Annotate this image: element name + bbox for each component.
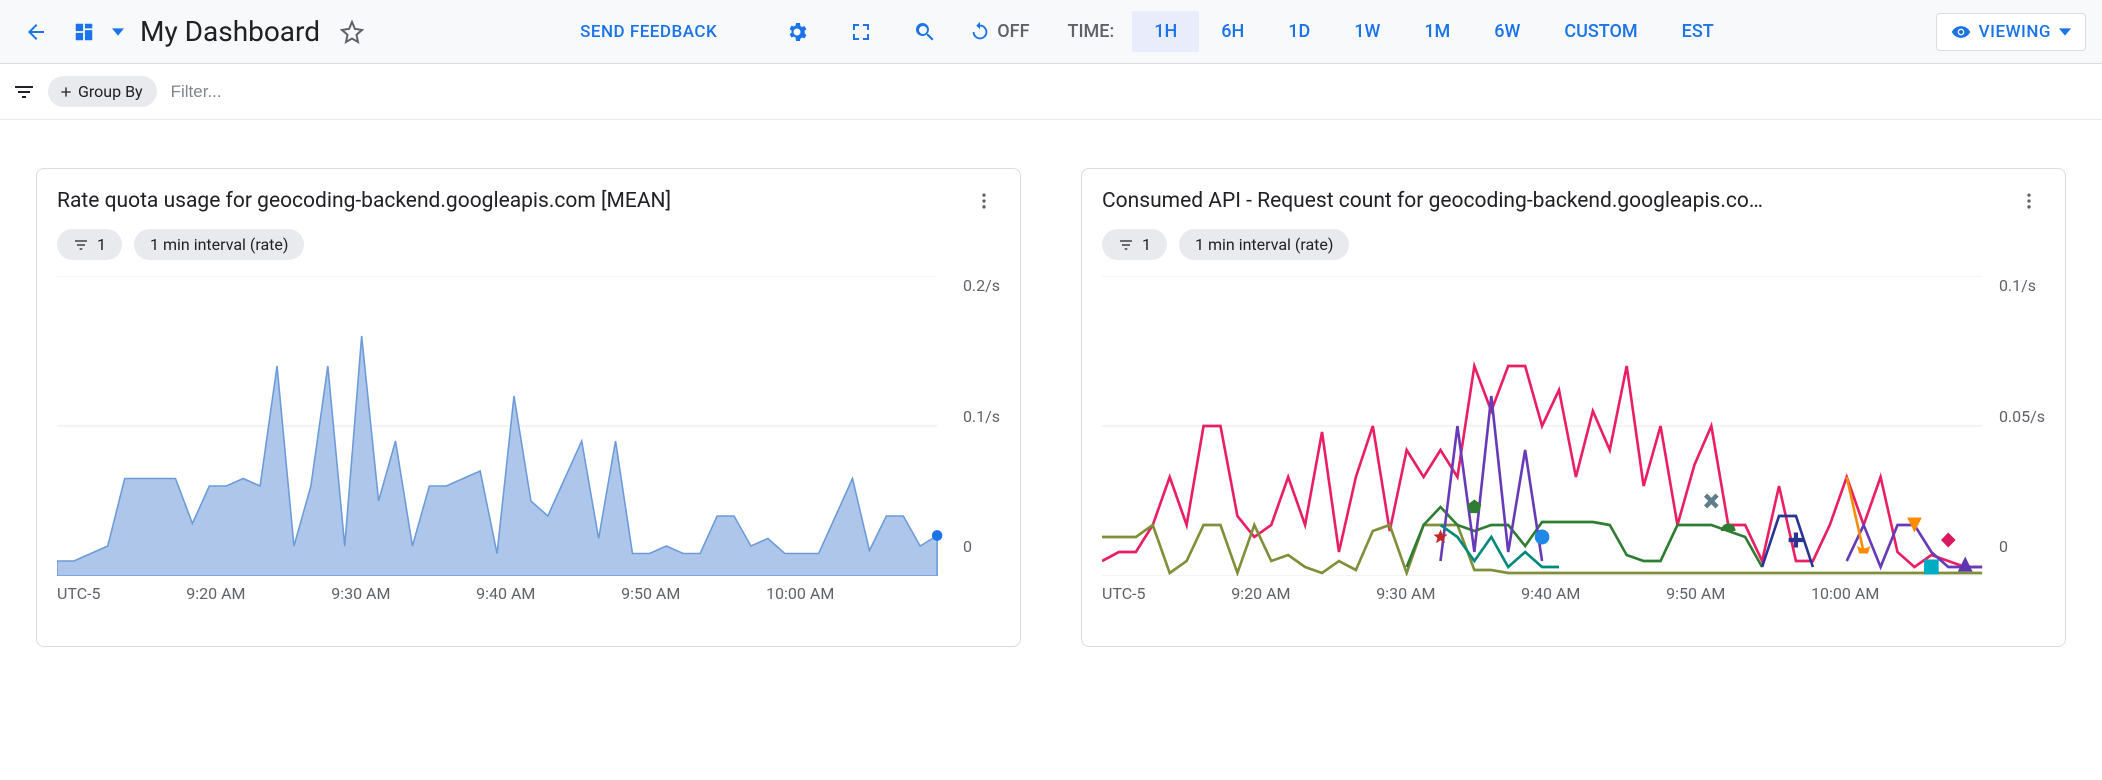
x-tick: 9:50 AM — [1666, 584, 1725, 603]
time-range-est[interactable]: EST — [1660, 11, 1736, 52]
chart-area: 0.1/s 0.05/s 0 UTC-5 9:20 AM 9:30 AM 9:40 AM 9… — [1102, 276, 2045, 626]
x-tick: 9:40 AM — [1521, 584, 1580, 603]
viewing-mode-button[interactable]: VIEWING — [1936, 13, 2086, 51]
page-title: My Dashboard — [140, 15, 320, 48]
y-tick: 0 — [1999, 537, 2045, 556]
viewing-label: VIEWING — [1979, 22, 2051, 42]
time-range-1m[interactable]: 1M — [1402, 11, 1472, 52]
interval-chip[interactable]: 1 min interval (rate) — [134, 229, 304, 260]
fullscreen-icon[interactable] — [841, 12, 881, 52]
back-arrow-icon[interactable] — [16, 12, 56, 52]
timezone-label: UTC-5 — [57, 584, 101, 603]
time-range-1w[interactable]: 1W — [1332, 11, 1402, 52]
dashboard-layout-icon[interactable] — [64, 12, 104, 52]
plus-icon — [58, 84, 74, 100]
filter-icon — [1118, 237, 1134, 253]
y-tick: 0.2/s — [963, 276, 1000, 295]
auto-refresh-state: OFF — [997, 21, 1029, 42]
chart-svg — [1102, 276, 2045, 576]
group-by-button[interactable]: Group By — [48, 76, 157, 107]
filter-count: 1 — [97, 235, 106, 254]
y-tick: 0 — [963, 537, 1000, 556]
filter-list-icon[interactable] — [12, 80, 36, 104]
x-tick: 10:00 AM — [1811, 584, 1879, 603]
filter-bar: Group By — [0, 64, 2102, 120]
chevron-down-icon — [2059, 26, 2071, 38]
time-range-6w[interactable]: 6W — [1472, 11, 1542, 52]
chart-title: Rate quota usage for geocoding-backend.g… — [57, 189, 671, 213]
chart-card: Rate quota usage for geocoding-backend.g… — [36, 168, 1021, 647]
interval-label: 1 min interval (rate) — [150, 235, 288, 254]
interval-label: 1 min interval (rate) — [1195, 235, 1333, 254]
send-feedback-button[interactable]: SEND FEEDBACK — [568, 14, 729, 50]
filter-icon — [73, 237, 89, 253]
x-tick: 9:40 AM — [476, 584, 535, 603]
star-icon[interactable] — [332, 12, 372, 52]
y-tick: 0.1/s — [963, 407, 1000, 426]
x-tick: 9:30 AM — [1376, 584, 1435, 603]
time-range-custom[interactable]: CUSTOM — [1542, 11, 1659, 52]
chart-menu-icon[interactable] — [2013, 191, 2045, 211]
group-by-label: Group By — [78, 82, 143, 101]
chart-title: Consumed API - Request count for geocodi… — [1102, 189, 1763, 213]
filter-input[interactable] — [169, 81, 569, 103]
auto-refresh-toggle[interactable]: OFF — [969, 12, 1029, 52]
chart-card: Consumed API - Request count for geocodi… — [1081, 168, 2066, 647]
gear-icon[interactable] — [777, 12, 817, 52]
time-range-6h[interactable]: 6H — [1199, 11, 1266, 52]
x-tick: 10:00 AM — [766, 584, 834, 603]
x-tick: 9:30 AM — [331, 584, 390, 603]
timezone-label: UTC-5 — [1102, 584, 1146, 603]
time-range-1h[interactable]: 1H — [1132, 11, 1199, 52]
chart-menu-icon[interactable] — [968, 191, 1000, 211]
x-tick: 9:50 AM — [621, 584, 680, 603]
charts-row: Rate quota usage for geocoding-backend.g… — [0, 120, 2102, 695]
eye-icon — [1951, 22, 1971, 42]
filter-count-chip[interactable]: 1 — [57, 229, 122, 260]
interval-chip[interactable]: 1 min interval (rate) — [1179, 229, 1349, 260]
x-tick: 9:20 AM — [1231, 584, 1290, 603]
time-label: TIME: — [1067, 21, 1114, 42]
dropdown-caret-icon[interactable] — [112, 26, 124, 38]
top-toolbar: My Dashboard SEND FEEDBACK OFF TIME: 1H6… — [0, 0, 2102, 64]
chart-svg — [57, 276, 1000, 576]
time-range-1d[interactable]: 1D — [1266, 11, 1332, 52]
y-tick: 0.05/s — [1999, 407, 2045, 426]
filter-count: 1 — [1142, 235, 1151, 254]
chart-area: 0.2/s 0.1/s 0 UTC-5 9:20 AM 9:30 AM 9:40 AM 9:… — [57, 276, 1000, 626]
y-tick: 0.1/s — [1999, 276, 2045, 295]
search-icon[interactable] — [905, 12, 945, 52]
x-tick: 9:20 AM — [186, 584, 245, 603]
time-range-selector: 1H6H1D1W1M6WCUSTOMEST — [1132, 11, 1736, 52]
filter-count-chip[interactable]: 1 — [1102, 229, 1167, 260]
